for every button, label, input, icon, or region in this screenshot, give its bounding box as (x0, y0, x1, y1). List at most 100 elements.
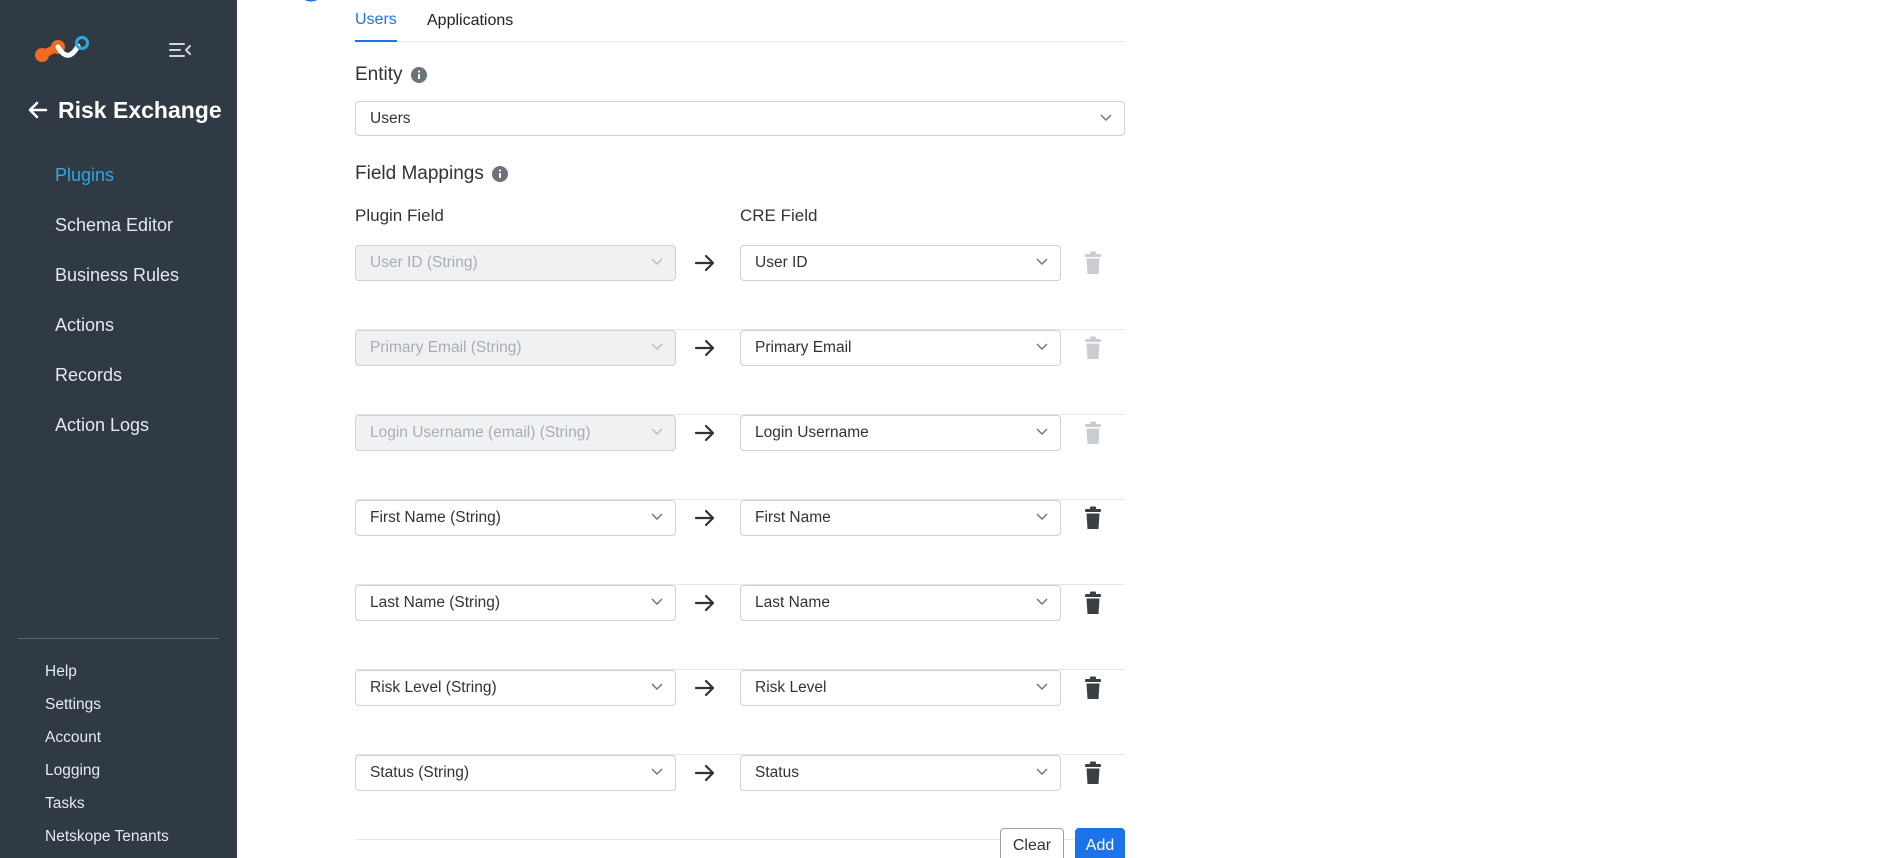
arrow-left-icon (28, 101, 48, 119)
chevron-down-icon (651, 258, 663, 265)
plugin-field-select[interactable]: Status (String) (355, 755, 676, 791)
arrow-right-icon (694, 339, 715, 357)
plugin-field-value: Risk Level (String) (370, 679, 497, 696)
chevron-down-icon (1036, 513, 1048, 520)
cre-field-value: Login Username (755, 424, 869, 441)
back-to-risk-exchange[interactable]: Risk Exchange (28, 95, 222, 125)
netskope-logo-icon[interactable] (34, 34, 90, 66)
cre-field-select[interactable]: First Name (740, 500, 1061, 536)
entity-label: Entity (355, 64, 403, 85)
sidebar-divider (18, 638, 219, 639)
footer-item-settings[interactable]: Settings (45, 688, 169, 721)
plugin-field-select: Primary Email (String) (355, 330, 676, 366)
footer-item-netskope-tenants[interactable]: Netskope Tenants (45, 820, 169, 853)
sidebar-item-business-rules[interactable]: Business Rules (55, 250, 179, 300)
arrow-right-icon (694, 424, 715, 442)
mapping-row: First Name (String) First Name (355, 500, 1125, 585)
cre-field-value: Status (755, 764, 799, 781)
cre-field-select[interactable]: Status (740, 755, 1061, 791)
cre-field-header: CRE Field (740, 206, 818, 225)
plugin-field-value: Login Username (email) (String) (370, 424, 591, 441)
delete-row-button[interactable] (1084, 761, 1102, 785)
tab-applications[interactable]: Applications (427, 0, 513, 42)
arrow-right-icon (694, 254, 715, 272)
sidebar-item-plugins[interactable]: Plugins (55, 150, 179, 200)
chevron-down-icon (651, 683, 663, 690)
chevron-down-icon (1036, 683, 1048, 690)
cre-field-select[interactable]: Risk Level (740, 670, 1061, 706)
entity-select[interactable]: Users (355, 101, 1125, 136)
sidebar-item-actions[interactable]: Actions (55, 300, 179, 350)
add-button[interactable]: Add (1075, 828, 1125, 858)
sidebar-footer-nav: Help Settings Account Logging Tasks Nets… (45, 655, 169, 853)
plugin-field-value: First Name (String) (370, 509, 501, 526)
collapse-sidebar-icon[interactable] (168, 40, 192, 60)
chevron-down-icon (651, 513, 663, 520)
step-indicator-icon (304, 0, 318, 2)
info-icon[interactable] (410, 67, 427, 83)
arrow-right-icon (694, 594, 715, 612)
arrow-right-icon (694, 679, 715, 697)
main-content: Users Applications Entity Users Field Ma… (237, 0, 1898, 858)
sidebar-nav: Plugins Schema Editor Business Rules Act… (55, 150, 179, 450)
plugin-field-select[interactable]: First Name (String) (355, 500, 676, 536)
cre-field-select[interactable]: Last Name (740, 585, 1061, 621)
sidebar-item-schema-editor[interactable]: Schema Editor (55, 200, 179, 250)
chevron-down-icon (651, 343, 663, 350)
sidebar: Risk Exchange Plugins Schema Editor Busi… (0, 0, 237, 858)
section-title: Risk Exchange (58, 96, 222, 123)
entity-tabs: Users Applications (355, 0, 1125, 42)
mapping-row: Risk Level (String) Risk Level (355, 670, 1125, 755)
chevron-down-icon (651, 428, 663, 435)
cre-field-select[interactable]: Login Username (740, 415, 1061, 451)
plugin-field-select[interactable]: Risk Level (String) (355, 670, 676, 706)
plugin-field-value: Last Name (String) (370, 594, 501, 611)
mapping-row: Primary Email (String) Primary Email (355, 330, 1125, 415)
cre-field-value: User ID (755, 254, 808, 271)
info-icon[interactable] (491, 166, 508, 182)
plugin-field-value: Primary Email (String) (370, 339, 522, 356)
chevron-down-icon (1036, 258, 1048, 265)
clear-button[interactable]: Clear (1000, 828, 1064, 858)
plugin-field-value: User ID (String) (370, 254, 478, 271)
cre-field-value: Primary Email (755, 339, 852, 356)
trash-icon (1085, 251, 1101, 274)
chevron-down-icon (1036, 428, 1048, 435)
footer-item-help[interactable]: Help (45, 655, 169, 688)
delete-row-button[interactable] (1084, 506, 1102, 530)
entity-select-value: Users (370, 109, 411, 127)
cre-field-value: First Name (755, 509, 831, 526)
sidebar-item-records[interactable]: Records (55, 350, 179, 400)
mapping-row: Login Username (email) (String) Login Us… (355, 415, 1125, 500)
chevron-down-icon (1036, 598, 1048, 605)
sidebar-item-action-logs[interactable]: Action Logs (55, 400, 179, 450)
footer-item-logging[interactable]: Logging (45, 754, 169, 787)
tab-users[interactable]: Users (355, 0, 397, 42)
field-mappings-label-row: Field Mappings (355, 163, 508, 185)
delete-row-button[interactable] (1084, 591, 1102, 615)
chevron-down-icon (651, 598, 663, 605)
chevron-down-icon (1036, 343, 1048, 350)
plugin-field-header: Plugin Field (355, 206, 444, 225)
cre-field-select[interactable]: Primary Email (740, 330, 1061, 366)
cre-field-value: Risk Level (755, 679, 827, 696)
trash-icon (1085, 336, 1101, 359)
plugin-field-select: User ID (String) (355, 245, 676, 281)
footer-item-account[interactable]: Account (45, 721, 169, 754)
arrow-right-icon (694, 509, 715, 527)
mapping-row: User ID (String) User ID (355, 245, 1125, 330)
plugin-field-value: Status (String) (370, 764, 470, 781)
plugin-field-select: Login Username (email) (String) (355, 415, 676, 451)
plugin-field-select[interactable]: Last Name (String) (355, 585, 676, 621)
entity-label-row: Entity (355, 64, 427, 86)
chevron-down-icon (1100, 114, 1112, 121)
chevron-down-icon (1036, 768, 1048, 775)
delete-row-button[interactable] (1084, 676, 1102, 700)
arrow-right-icon (694, 764, 715, 782)
mapping-row: Last Name (String) Last Name (355, 585, 1125, 670)
cre-field-select[interactable]: User ID (740, 245, 1061, 281)
footer-item-tasks[interactable]: Tasks (45, 787, 169, 820)
cre-field-value: Last Name (755, 594, 830, 611)
field-mappings-label: Field Mappings (355, 163, 484, 184)
chevron-down-icon (651, 768, 663, 775)
